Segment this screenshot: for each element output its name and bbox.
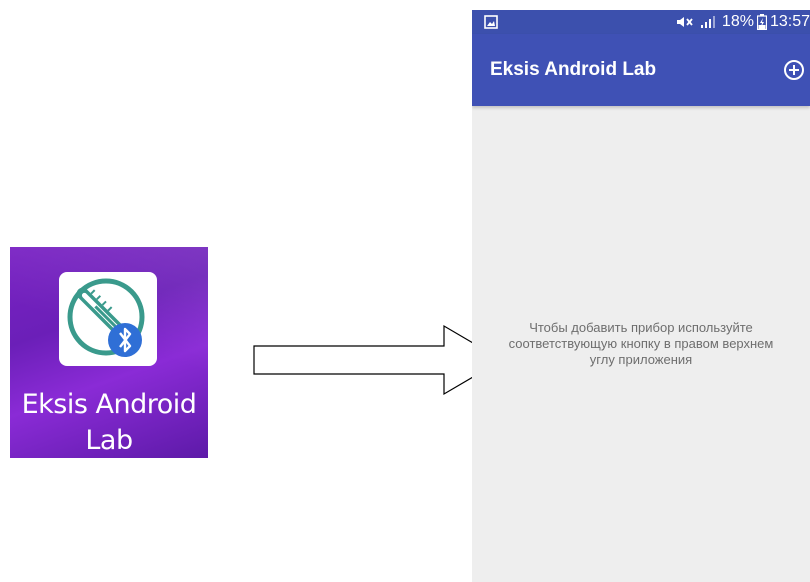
launcher-label-line1: Eksis Android (21, 389, 197, 420)
battery-percent: 18% (721, 13, 754, 30)
right-arrow-icon (253, 324, 504, 396)
signal-bars-icon (700, 15, 716, 29)
launcher-label-line2: Lab (85, 425, 133, 456)
add-circle-icon[interactable] (782, 58, 806, 82)
muted-volume-icon (676, 15, 694, 29)
empty-state-line2: соответствующую кнопку в правом верхнем (508, 336, 774, 351)
battery-charging-icon (756, 14, 767, 30)
status-time: 13:57 (769, 13, 810, 30)
empty-state-line3: углу приложения (589, 352, 693, 367)
thermometer-bluetooth-icon[interactable] (59, 272, 157, 366)
app-title: Eksis Android Lab (490, 59, 657, 80)
app-toolbar: Eksis Android Lab (472, 34, 810, 106)
empty-state-line1: Чтобы добавить прибор используйте (529, 320, 753, 335)
status-right-group: 18% 13:57 (676, 10, 810, 34)
image-notification-icon (484, 15, 498, 29)
empty-state-message: Чтобы добавить прибор используйте соотве… (472, 320, 810, 368)
screenshot-canvas: Eksis Android Lab 18% 13:57 Eksis Androi… (0, 0, 810, 582)
phone-screen: 18% 13:57 Eksis Android Lab Чтобы добави… (472, 10, 810, 582)
status-bar: 18% 13:57 (472, 10, 810, 34)
launcher-app-label: Eksis Android Lab (10, 387, 208, 458)
launcher-app-shortcut[interactable]: Eksis Android Lab (10, 247, 208, 458)
